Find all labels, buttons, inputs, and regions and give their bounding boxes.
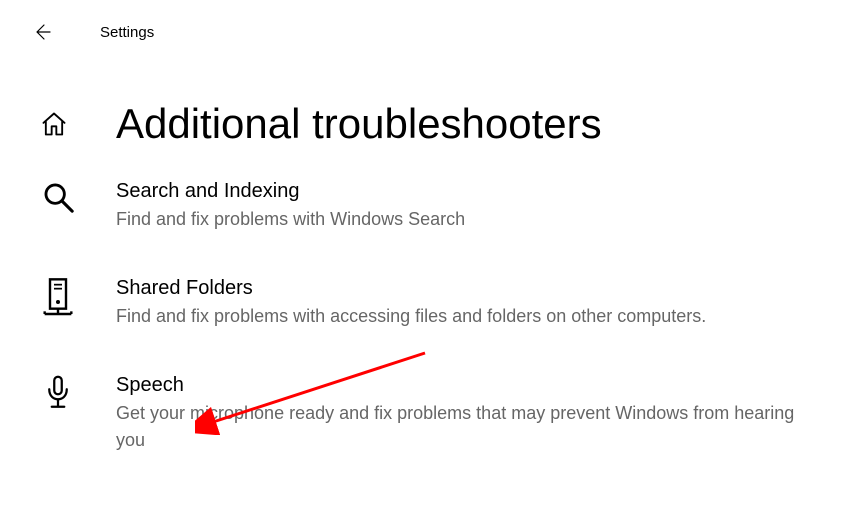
back-arrow-icon — [32, 22, 52, 42]
header: Settings — [0, 0, 855, 50]
troubleshooter-item-search[interactable]: Search and Indexing Find and fix problem… — [40, 178, 855, 233]
item-title: Speech — [116, 372, 796, 398]
page-title: Additional troubleshooters — [116, 100, 602, 148]
troubleshooter-item-speech[interactable]: Speech Get your microphone ready and fix… — [40, 372, 855, 454]
page-title-row: Additional troubleshooters — [40, 100, 855, 148]
item-desc: Find and fix problems with Windows Searc… — [116, 206, 465, 233]
item-title: Search and Indexing — [116, 178, 465, 204]
server-icon — [42, 277, 74, 319]
item-desc: Get your microphone ready and fix proble… — [116, 400, 796, 454]
item-desc: Find and fix problems with accessing fil… — [116, 303, 706, 330]
troubleshooter-item-shared-folders[interactable]: Shared Folders Find and fix problems wit… — [40, 275, 855, 330]
item-title: Shared Folders — [116, 275, 706, 301]
search-icon — [41, 180, 75, 214]
content-area: Additional troubleshooters Search and In… — [0, 50, 855, 454]
microphone-icon — [43, 374, 73, 412]
home-icon — [40, 110, 68, 138]
header-title: Settings — [100, 24, 154, 41]
home-icon-wrap[interactable] — [40, 110, 76, 138]
back-button[interactable] — [22, 12, 62, 52]
